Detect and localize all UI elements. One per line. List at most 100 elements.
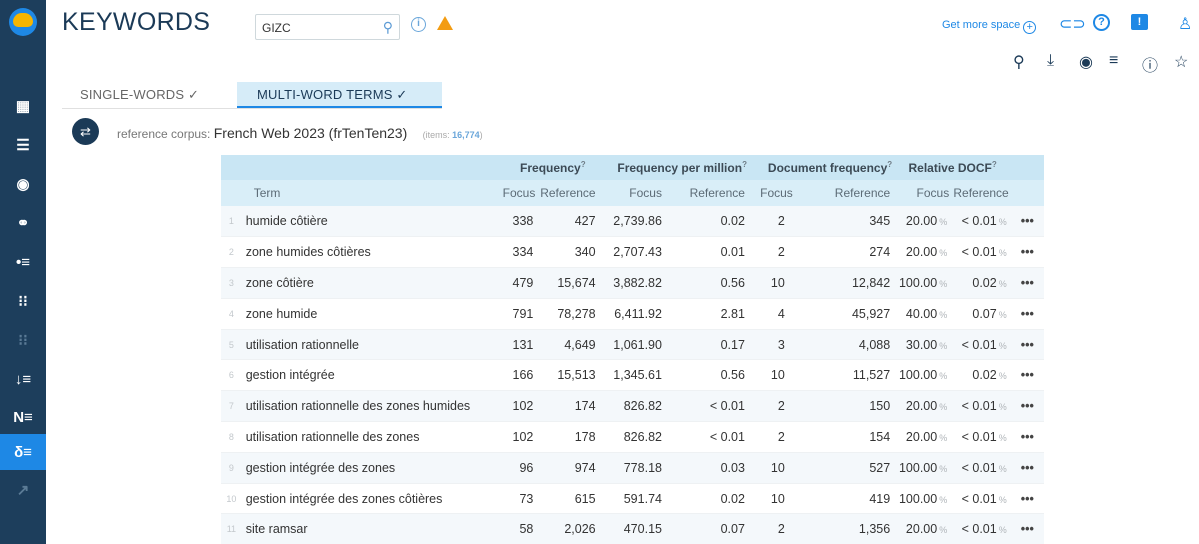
row-menu-button[interactable]: ••• <box>1010 513 1044 544</box>
rd-reference-cell: < 0.01% <box>951 236 1011 269</box>
term-cell[interactable]: utilisation rationnelle des zones <box>241 421 496 453</box>
header-blank <box>221 155 496 180</box>
rd-focus-cell: 20.00% <box>894 513 952 544</box>
link-icon[interactable]: ⊂⊃ <box>1059 14 1086 34</box>
header-frequency-per-million[interactable]: Frequency per million? <box>599 155 749 180</box>
app-logo[interactable] <box>9 8 37 36</box>
parallel-list-icon[interactable]: ⁝⁝ <box>0 283 46 319</box>
user-icon[interactable]: ♙ <box>1178 14 1192 34</box>
trends-icon[interactable]: ↗ <box>0 472 46 508</box>
search-icon[interactable]: ⚲ <box>383 19 393 36</box>
row-menu-button[interactable]: ••• <box>1010 329 1044 361</box>
sort-list-icon[interactable]: ↓≡ <box>0 361 46 397</box>
term-cell[interactable]: gestion intégrée des zones <box>241 452 496 484</box>
subheader-doc-focus[interactable]: Focus <box>748 180 801 206</box>
row-menu-button[interactable]: ••• <box>1010 267 1044 299</box>
table-row[interactable]: 7 utilisation rationnelle des zones humid… <box>221 390 1044 423</box>
subheader-fpm-reference[interactable]: Reference <box>665 180 749 206</box>
subheader-freq-focus[interactable]: Focus <box>495 180 538 206</box>
fpm-reference-cell: 2.81 <box>665 298 749 330</box>
row-menu-button[interactable]: ••• <box>1010 236 1044 269</box>
table-row[interactable]: 2 zone humides côtières 334 340 2,707.43 0.01… <box>221 236 1044 269</box>
search-zoom-icon[interactable]: ⚲ <box>1013 52 1025 72</box>
table-row[interactable]: 1 humide côtière 338 427 2,739.86 0.02 2 345 20.… <box>221 206 1044 238</box>
target-icon[interactable]: ◉ <box>0 166 46 202</box>
swap-corpus-button[interactable]: ⇄ <box>72 118 99 145</box>
info-circle-icon[interactable]: ⓘ <box>1142 52 1158 76</box>
fpm-reference-cell: 0.56 <box>665 359 749 392</box>
table-row[interactable]: 8 utilisation rationnelle des zones 102 178… <box>221 421 1044 453</box>
row-menu-button[interactable]: ••• <box>1010 359 1044 392</box>
header-relative-docf[interactable]: Relative DOCF? <box>894 155 1011 180</box>
warning-icon[interactable] <box>436 15 454 31</box>
subheader-fpm-focus[interactable]: Focus <box>599 180 666 206</box>
subheader-rd-focus[interactable]: Focus <box>894 180 952 206</box>
row-menu-button[interactable]: ••• <box>1010 452 1044 484</box>
table-row[interactable]: 6 gestion intégrée 166 15,513 1,345.61 0.56 10… <box>221 359 1044 392</box>
freq-focus-cell: 73 <box>495 483 538 515</box>
table-row[interactable]: 11 site ramsar 58 2,026 470.15 0.07 2 1,356 20.0… <box>221 513 1044 544</box>
header-frequency[interactable]: Frequency? <box>495 155 600 180</box>
row-menu-button[interactable]: ••• <box>1010 390 1044 423</box>
term-cell[interactable]: gestion intégrée des zones côtières <box>241 483 496 515</box>
parallel-list-dim-icon[interactable]: ⁝⁝ <box>0 322 46 358</box>
fpm-reference-cell: 0.07 <box>665 513 749 544</box>
row-menu-button[interactable]: ••• <box>1010 206 1044 238</box>
term-cell[interactable]: gestion intégrée <box>241 359 496 392</box>
row-index: 8 <box>221 421 242 453</box>
term-cell[interactable]: site ramsar <box>241 513 496 544</box>
get-more-space-link[interactable]: Get more space + <box>942 19 1037 34</box>
row-menu-button[interactable]: ••• <box>1010 421 1044 453</box>
subheader-rd-reference[interactable]: Reference <box>951 180 1011 206</box>
help-icon[interactable]: ? <box>1093 14 1110 31</box>
fpm-reference-cell: 0.02 <box>665 206 749 238</box>
ngram-icon[interactable]: N≡ <box>0 399 46 435</box>
rd-reference-cell: < 0.01% <box>951 329 1011 361</box>
search-box[interactable]: ⚲ <box>255 14 400 40</box>
term-cell[interactable]: utilisation rationnelle <box>241 329 496 361</box>
row-menu-button[interactable]: ••• <box>1010 483 1044 515</box>
fpm-reference-cell: 0.56 <box>665 267 749 299</box>
subheader-freq-reference[interactable]: Reference <box>537 180 600 206</box>
table-row[interactable]: 9 gestion intégrée des zones 96 974 778.18 0.… <box>221 452 1044 484</box>
rd-focus-cell: 30.00% <box>894 329 952 361</box>
cluster-icon[interactable]: ⚭ <box>0 205 46 241</box>
get-more-space-label: Get more space <box>942 19 1021 31</box>
info-icon[interactable]: i <box>411 17 426 32</box>
corpus-name[interactable]: French Web 2023 (frTenTen23) <box>214 125 408 141</box>
bullet-list-icon[interactable]: •≡ <box>0 244 46 280</box>
rd-focus-cell: 100.00% <box>894 267 952 299</box>
doc-focus-cell: 10 <box>748 483 801 515</box>
subheader-term[interactable]: Term <box>241 180 496 206</box>
table-row[interactable]: 5 utilisation rationnelle 131 4,649 1,061.90… <box>221 329 1044 361</box>
list-icon[interactable]: ☰ <box>0 127 46 163</box>
feedback-icon[interactable]: ! <box>1131 14 1148 30</box>
freq-focus-cell: 791 <box>495 298 538 330</box>
rd-focus-cell: 40.00% <box>894 298 952 330</box>
header-document-frequency[interactable]: Document frequency? <box>748 155 895 180</box>
rd-reference-cell: 0.07% <box>951 298 1011 330</box>
tab-single-words[interactable]: SINGLE-WORDS ✓ <box>80 82 230 109</box>
subheader-doc-reference[interactable]: Reference <box>800 180 895 206</box>
term-cell[interactable]: utilisation rationnelle des zones humide… <box>241 390 496 423</box>
tab-multi-word-terms[interactable]: MULTI-WORD TERMS ✓ <box>237 82 442 109</box>
star-icon[interactable]: ☆ <box>1174 52 1188 72</box>
download-icon[interactable]: ⤓ <box>1047 52 1054 70</box>
row-menu-button[interactable]: ••• <box>1010 298 1044 330</box>
freq-focus-cell: 131 <box>495 329 538 361</box>
term-cell[interactable]: humide côtière <box>241 206 496 238</box>
rd-reference-cell: 0.02% <box>951 267 1011 299</box>
term-cell[interactable]: zone côtière <box>241 267 496 299</box>
dashboard-icon[interactable]: ▦ <box>0 88 46 124</box>
term-cell[interactable]: zone humides côtières <box>241 236 496 269</box>
table-row[interactable]: 10 gestion intégrée des zones côtières 73 6… <box>221 483 1044 515</box>
filter-icon[interactable]: ≡ <box>1109 52 1118 70</box>
term-cell[interactable]: zone humide <box>241 298 496 330</box>
percent-sign: % <box>939 217 948 228</box>
keywords-icon[interactable]: δ≡ <box>0 434 46 470</box>
table-row[interactable]: 4 zone humide 791 78,278 6,411.92 2.81 4 45,927… <box>221 298 1044 330</box>
percent-sign: % <box>939 371 948 382</box>
search-input[interactable] <box>262 19 372 36</box>
table-row[interactable]: 3 zone côtière 479 15,674 3,882.82 0.56 10 12,8… <box>221 267 1044 299</box>
view-icon[interactable]: ◉ <box>1079 52 1093 72</box>
